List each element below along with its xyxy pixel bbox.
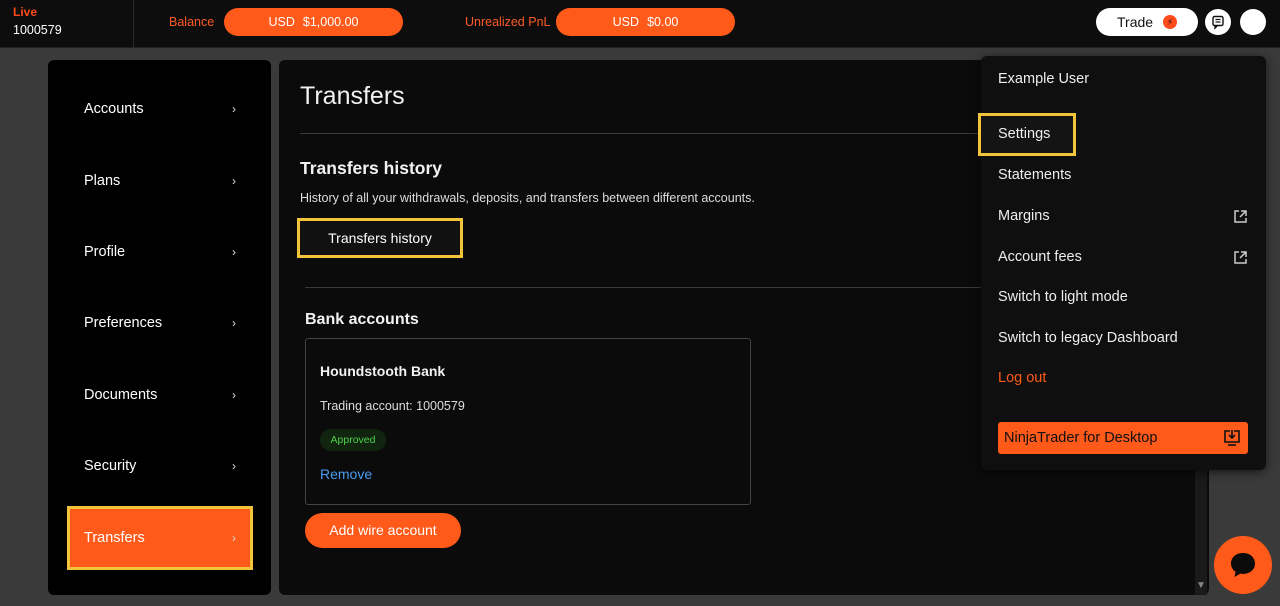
sidebar-item-security[interactable]: Security › bbox=[70, 437, 250, 495]
menu-item-label: Statements bbox=[998, 167, 1072, 183]
chevron-right-icon: › bbox=[232, 316, 236, 330]
sidebar-item-label: Preferences bbox=[84, 315, 163, 331]
chevron-right-icon: › bbox=[232, 388, 236, 402]
sidebar-item-label: Plans bbox=[84, 173, 121, 189]
pnl-label: Unrealized PnL bbox=[465, 15, 551, 29]
page-title: Transfers bbox=[300, 82, 405, 110]
bank-name: Houndstooth Bank bbox=[320, 363, 446, 379]
sidebar-item-transfers[interactable]: Transfers › bbox=[67, 506, 253, 570]
sidebar-item-plans[interactable]: Plans › bbox=[70, 152, 250, 210]
menu-item-label: Switch to legacy Dashboard bbox=[998, 330, 1178, 346]
download-icon bbox=[1224, 430, 1240, 446]
chevron-right-icon: › bbox=[232, 174, 236, 188]
ninjatrader-desktop-button[interactable]: NinjaTrader for Desktop bbox=[998, 422, 1248, 454]
menu-item-logout[interactable]: Log out bbox=[998, 370, 1248, 386]
trade-button[interactable]: Trade ⚡ bbox=[1096, 8, 1198, 36]
transfers-history-button[interactable]: Transfers history bbox=[297, 218, 463, 258]
avatar[interactable] bbox=[1240, 9, 1266, 35]
menu-item-statements[interactable]: Statements bbox=[998, 167, 1248, 183]
divider bbox=[300, 133, 1000, 134]
status-badge: Approved bbox=[320, 429, 386, 451]
ninjatrader-desktop-label: NinjaTrader for Desktop bbox=[1004, 430, 1158, 446]
settings-sidebar: Accounts › Plans › Profile › Preferences › D… bbox=[48, 60, 271, 595]
divider bbox=[305, 287, 1005, 288]
chat-bubble-icon bbox=[1231, 553, 1255, 577]
user-menu: Example User Settings Statements Margins… bbox=[978, 56, 1266, 470]
menu-item-label: Margins bbox=[998, 208, 1050, 224]
external-link-icon bbox=[1234, 209, 1247, 223]
balance-currency: USD bbox=[268, 15, 295, 29]
support-chat-button[interactable] bbox=[1214, 536, 1272, 594]
menu-user-name: Example User bbox=[998, 71, 1248, 87]
pnl-currency: USD bbox=[612, 15, 640, 29]
bolt-icon: ⚡ bbox=[1163, 15, 1177, 29]
messages-button[interactable] bbox=[1205, 9, 1231, 35]
bank-section-title: Bank accounts bbox=[305, 311, 419, 328]
external-link-icon bbox=[1234, 250, 1247, 264]
history-section-title: Transfers history bbox=[300, 158, 442, 178]
sidebar-item-preferences[interactable]: Preferences › bbox=[70, 294, 250, 352]
trade-label: Trade bbox=[1117, 14, 1154, 30]
sidebar-item-label: Profile bbox=[84, 244, 126, 260]
chevron-right-icon: › bbox=[232, 102, 236, 116]
balance-value: $1,000.00 bbox=[302, 15, 359, 29]
menu-item-label: Switch to light mode bbox=[998, 289, 1128, 305]
bank-account-card: Houndstooth Bank Trading account: 100057… bbox=[305, 338, 751, 505]
pnl-value: $0.00 bbox=[647, 15, 679, 29]
menu-item-light-mode[interactable]: Switch to light mode bbox=[998, 289, 1248, 305]
balance-label: Balance bbox=[169, 15, 215, 29]
menu-item-account-fees[interactable]: Account fees bbox=[998, 249, 1248, 265]
balance-pill: USD $1,000.00 bbox=[224, 8, 403, 36]
sidebar-item-label: Security bbox=[84, 458, 137, 474]
remove-link[interactable]: Remove bbox=[320, 466, 372, 482]
account-number: 1000579 bbox=[13, 23, 62, 37]
chevron-right-icon: › bbox=[232, 459, 236, 473]
live-mode-label: Live bbox=[13, 5, 38, 19]
scroll-down-icon[interactable]: ▼ bbox=[1196, 580, 1206, 591]
sidebar-item-documents[interactable]: Documents › bbox=[70, 366, 250, 424]
account-selector[interactable]: Live 1000579 bbox=[0, 0, 134, 48]
add-wire-account-button[interactable]: Add wire account bbox=[305, 513, 461, 548]
sidebar-item-label: Transfers bbox=[84, 530, 145, 546]
chevron-right-icon: › bbox=[232, 531, 236, 545]
menu-item-settings[interactable]: Settings bbox=[978, 113, 1076, 156]
trading-account-text: Trading account: 1000579 bbox=[320, 399, 465, 413]
chevron-right-icon: › bbox=[232, 245, 236, 259]
history-description: History of all your withdrawals, deposit… bbox=[300, 191, 755, 205]
menu-item-label: Account fees bbox=[998, 249, 1082, 265]
menu-item-legacy-dashboard[interactable]: Switch to legacy Dashboard bbox=[998, 330, 1248, 346]
sidebar-item-label: Accounts bbox=[84, 101, 144, 117]
message-icon bbox=[1212, 15, 1224, 30]
menu-user-label: Example User bbox=[998, 71, 1090, 87]
menu-item-label: Log out bbox=[998, 370, 1047, 386]
pnl-pill: USD $0.00 bbox=[556, 8, 735, 36]
top-bar: Live 1000579 Balance USD $1,000.00 Unreal… bbox=[0, 0, 1280, 48]
sidebar-item-profile[interactable]: Profile › bbox=[70, 223, 250, 281]
sidebar-item-accounts[interactable]: Accounts › bbox=[70, 80, 250, 138]
sidebar-item-label: Documents bbox=[84, 387, 158, 403]
menu-item-margins[interactable]: Margins bbox=[998, 208, 1248, 224]
